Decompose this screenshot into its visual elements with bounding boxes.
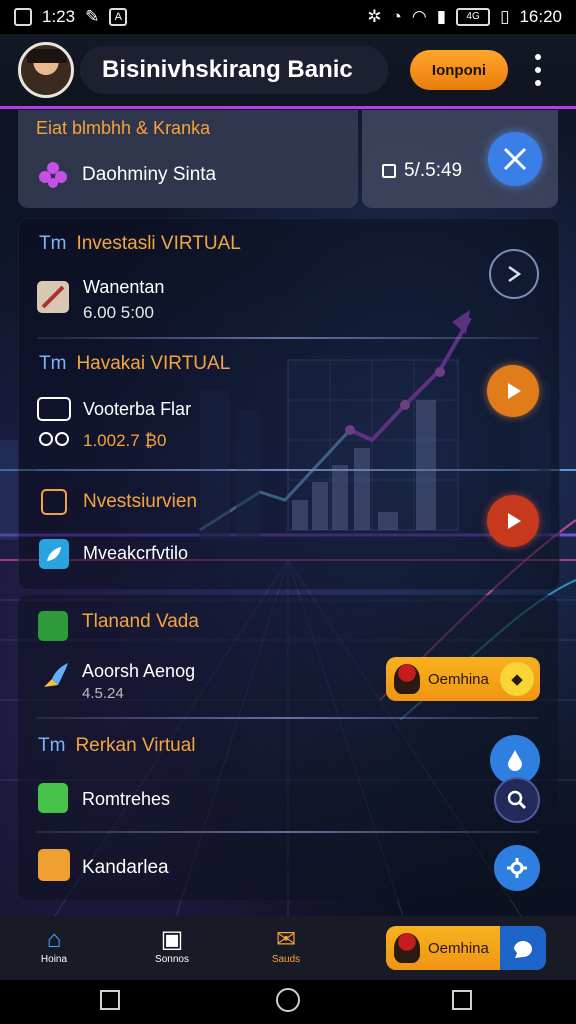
letter-a-icon: A [109, 8, 128, 26]
status-right-time: 16:20 [519, 7, 562, 26]
vibrate-icon: ✲ [367, 7, 382, 26]
box-icon [38, 849, 70, 881]
rocket-icon [38, 659, 72, 693]
play-button[interactable] [487, 365, 539, 417]
section-2-item-value: 1.002.7 ₿0 [83, 431, 167, 450]
status-left-time: 1:23 [42, 7, 76, 26]
section-1-item-value: 6.00 5:00 [83, 303, 154, 322]
feather-icon: ✎ [85, 7, 100, 26]
system-nav-bar [0, 980, 576, 1024]
home-button[interactable] [276, 988, 300, 1012]
home-icon: ⌂ [46, 926, 62, 953]
avatar [394, 933, 420, 963]
top-card-item-label: Daohminy Sinta [82, 164, 217, 185]
virtual-panel: Tm Investasli VIRTUAL Wanentan 6.00 5:00 … [18, 218, 560, 590]
nav-label-chart: Sauds [271, 954, 301, 965]
nav-item-chart[interactable]: ✉ Sauds [256, 926, 316, 965]
section-title-2: Tm Havakai VIRTUAL [39, 353, 231, 374]
play-button-2[interactable] [487, 495, 539, 547]
avatar [394, 664, 420, 694]
back-button[interactable] [452, 990, 472, 1010]
binoculars-icon [37, 429, 71, 449]
lower-panel: Tlanand Vada Aoorsh Aenog 4.5.24 Oemhina… [18, 595, 558, 900]
divider [37, 337, 539, 339]
section-1-item-label: Wanentan [83, 277, 165, 297]
nav-promo-label: Oemhina [428, 939, 489, 957]
document-icon [37, 397, 71, 421]
nav-promo-pill[interactable]: Oemhina [386, 926, 546, 970]
section-6-item-label: Kandarlea [82, 857, 169, 878]
nav-label-home: Hoina [40, 954, 68, 965]
section-title-3: Nvestsiurvien [83, 491, 198, 512]
notification-icon [14, 8, 32, 26]
chart-icon: ✉ [275, 926, 297, 953]
gear-icon[interactable] [494, 845, 540, 891]
search-icon[interactable] [494, 777, 540, 823]
avatar[interactable] [18, 42, 74, 98]
camera-icon: ▣ [160, 926, 184, 953]
battery-icon: ▯ [500, 7, 510, 26]
network-badge: 4G [456, 8, 491, 26]
divider [37, 469, 539, 471]
bottom-nav: ⌂ Hoina ▣ Sonnos ✉ Sauds Oemhina [0, 916, 576, 980]
section-5-item-label: Romtrehes [82, 789, 171, 809]
section-title-4: Tlanand Vada [82, 611, 199, 632]
chevron-right-icon[interactable] [489, 249, 539, 299]
nav-label-camera: Sonnos [155, 954, 189, 965]
divider [36, 717, 538, 719]
status-bar: 1:23 ✎ A ✲ ◔ ◠ ▮ 4G ▯ 16:20 [0, 0, 576, 34]
timer-card: 5/.5:49 [362, 110, 558, 208]
promo-pill[interactable]: Oemhina ◆ [386, 657, 540, 701]
top-card: Eiat blmbhh & Kranka Daohminy Sinta [18, 110, 358, 208]
plant-icon [38, 783, 68, 813]
calendar-icon [41, 489, 67, 515]
checkbox-icon[interactable] [382, 164, 396, 178]
section-4-item-label: Aoorsh Aenog [82, 661, 196, 681]
wifi-icon: ◠ [411, 7, 427, 26]
pencil-board-icon [37, 281, 69, 313]
nav-item-home[interactable]: ⌂ Hoina [24, 926, 84, 965]
close-icon[interactable] [488, 132, 542, 186]
promo-pill-label: Oemhina [428, 670, 489, 688]
top-card-title: Eiat blmbhh & Kranka [36, 118, 211, 138]
divider [36, 831, 538, 833]
play-icon [508, 513, 521, 529]
app-header: Bisinivhskirang Banic Ionponi [0, 34, 576, 109]
nav-item-camera[interactable]: ▣ Sonnos [142, 926, 202, 965]
diamond-icon: ◆ [500, 662, 534, 696]
header-action-button[interactable]: Ionponi [410, 50, 508, 90]
flower-icon [36, 158, 70, 192]
timer-value: 5/.5:49 [404, 160, 463, 181]
section-3-item-label: Mveakcrfvtilo [83, 543, 189, 563]
leaf-icon [39, 539, 69, 569]
signal-icon: ▮ [436, 7, 447, 26]
alarm-icon: ◔ [391, 7, 402, 26]
section-title-1: Tm Investasli VIRTUAL [39, 233, 241, 254]
section-4-item-value: 4.5.24 [82, 685, 124, 702]
shield-icon [38, 611, 68, 641]
play-icon [508, 383, 521, 399]
section-title-5: Tm Rerkan Virtual [38, 735, 196, 756]
section-2-item-label: Vooterba Flar [83, 399, 192, 419]
page-title: Bisinivhskirang Banic [80, 46, 388, 94]
more-menu-icon[interactable] [530, 54, 546, 86]
chat-bubble-icon [500, 926, 546, 970]
recents-button[interactable] [100, 990, 120, 1010]
